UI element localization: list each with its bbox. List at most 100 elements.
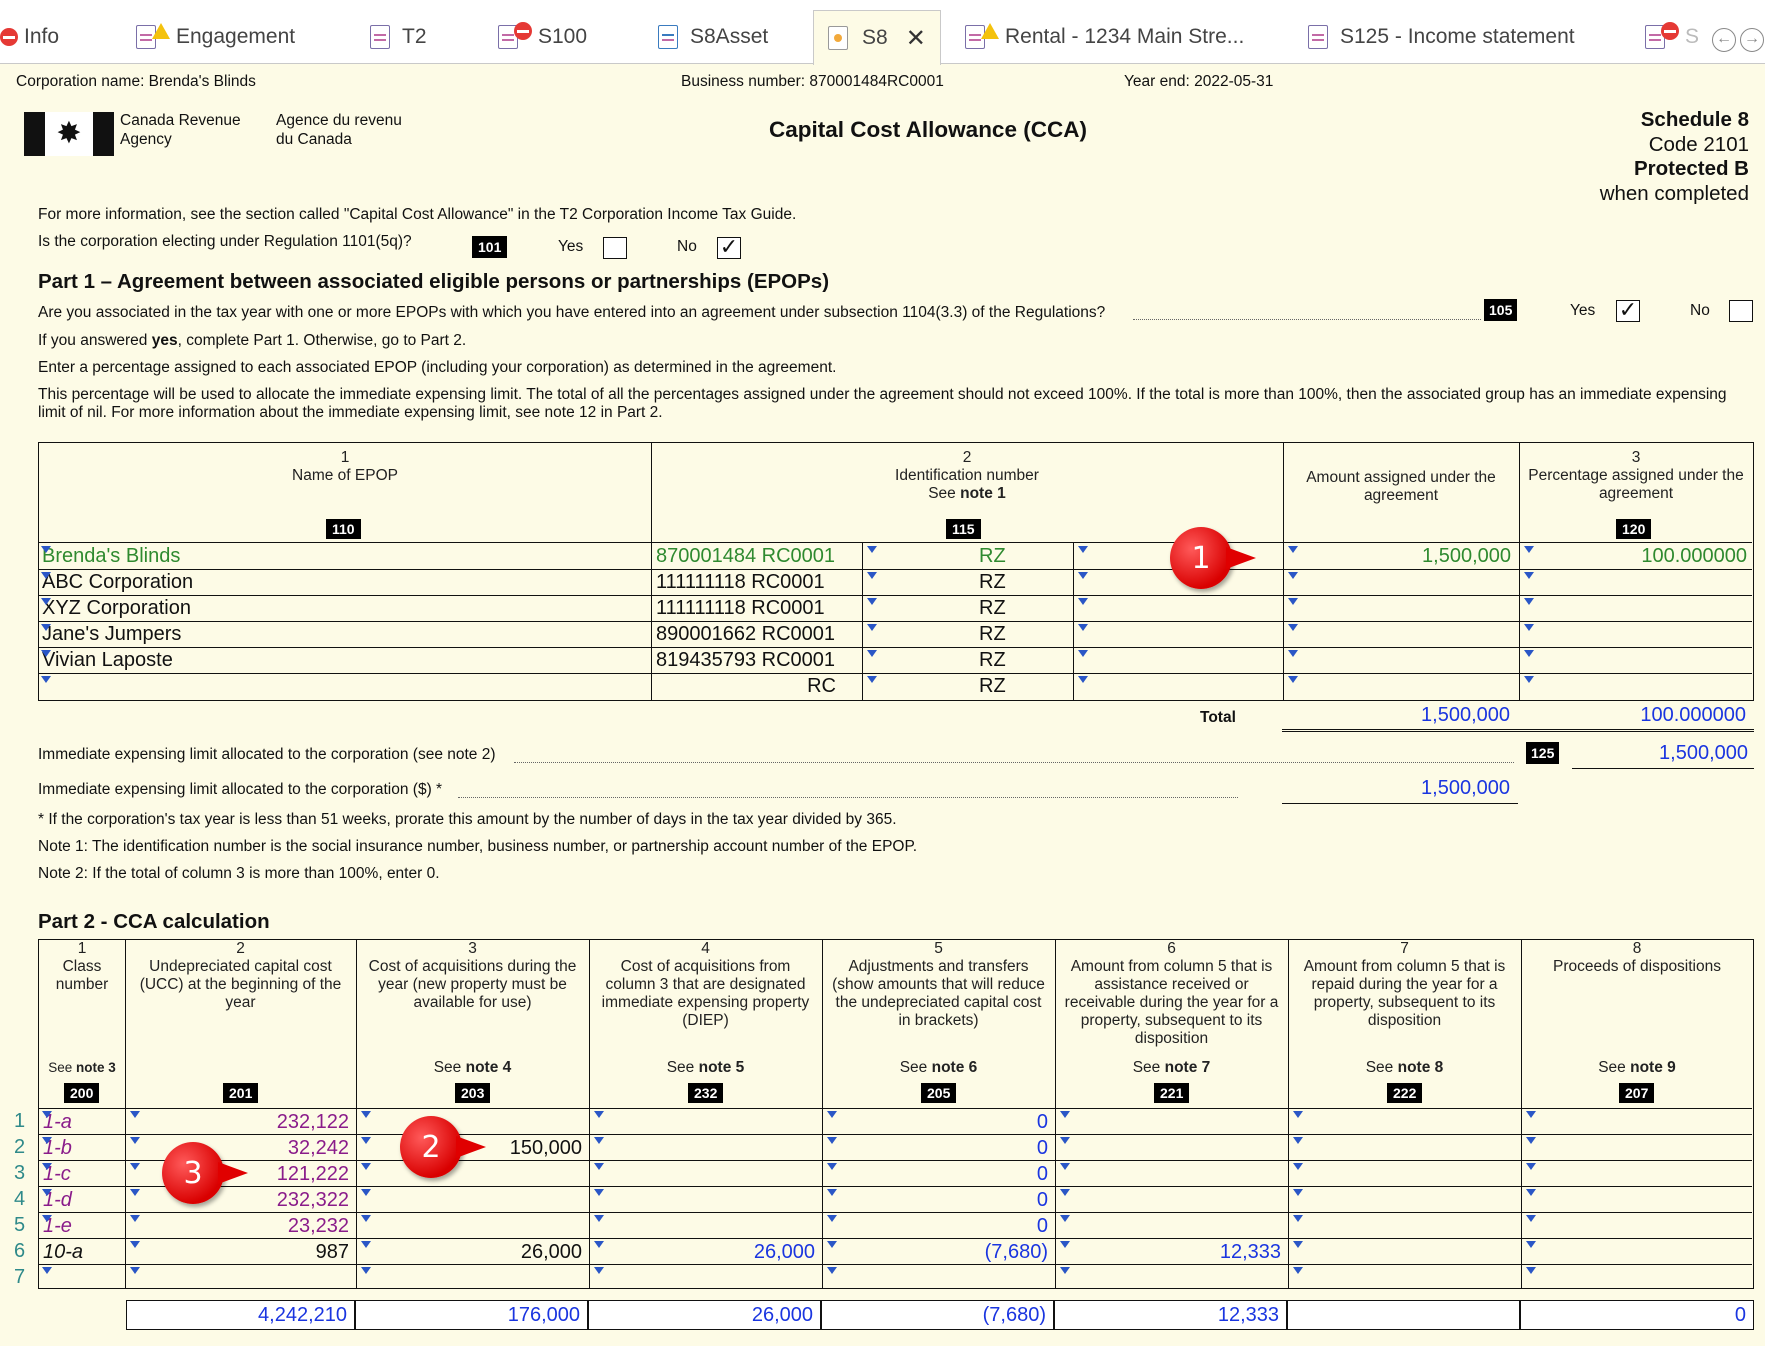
scroll-left-icon[interactable]: ← xyxy=(1712,28,1736,52)
epop-rz-field[interactable]: RZ xyxy=(979,647,1006,673)
epop-id-field[interactable]: 111111118 RC0001 xyxy=(656,569,825,595)
epop-id-field[interactable]: 111111118 RC0001 xyxy=(656,595,825,621)
leader-dots xyxy=(514,762,1514,763)
agency-name-fr: Agence du revenu du Canada xyxy=(276,112,402,148)
epop-name-field[interactable]: XYZ Corporation xyxy=(42,595,191,621)
total-label: Total xyxy=(1200,709,1236,726)
epop-table: 1 Name of EPOP 110 2 Identification number… xyxy=(38,442,1754,701)
percentage-note: This percentage will be used to allocate… xyxy=(38,386,1727,421)
adjustments-field[interactable]: 0 xyxy=(826,1187,1048,1213)
col-class-header: 1 Class number xyxy=(55,940,109,993)
dropdown-marker-icon xyxy=(867,572,877,579)
tab-info[interactable]: Info xyxy=(0,10,59,64)
code-101: 101 xyxy=(472,236,508,258)
code-203: 203 xyxy=(455,1083,491,1103)
cca-table: 1 Class number See note 3 200 2 Undeprecia… xyxy=(38,939,1754,1289)
maple-leaf-icon: ✸ xyxy=(45,112,93,156)
row-number: 1 xyxy=(14,1110,26,1132)
total-proceeds[interactable]: 0 xyxy=(1520,1300,1754,1330)
ucc-field[interactable]: 23,232 xyxy=(129,1213,349,1239)
limit-allocated-field[interactable]: 1,500,000 xyxy=(1572,739,1754,769)
col-ucc-header: 2 Undepreciated capital cost (UCC) at the… xyxy=(139,940,342,1011)
tab-t2[interactable]: T2 xyxy=(370,10,427,64)
enter-percentage-text: Enter a percentage assigned to each asso… xyxy=(38,359,837,376)
col-acquisitions-note: See note 4 xyxy=(433,1059,512,1076)
code-105: 105 xyxy=(1484,299,1518,321)
ucc-field[interactable]: 232,122 xyxy=(129,1109,349,1135)
adjustments-field[interactable]: 0 xyxy=(826,1213,1048,1239)
dropdown-marker-icon xyxy=(130,1267,140,1274)
tab-overflow[interactable]: S xyxy=(1645,10,1699,64)
total-percentage: 100.000000 xyxy=(1640,704,1746,726)
epop-amount-field[interactable]: 1,500,000 xyxy=(1289,543,1511,569)
total-percentage-box: 100.000000 xyxy=(1518,700,1754,732)
dropdown-marker-icon xyxy=(1293,1189,1303,1196)
epop-rz-field[interactable]: RZ xyxy=(979,595,1006,621)
error-icon xyxy=(1661,22,1679,40)
adjustments-field[interactable]: (7,680) xyxy=(826,1239,1048,1265)
dropdown-marker-icon xyxy=(130,1137,140,1144)
ucc-field[interactable]: 32,242 xyxy=(129,1135,349,1161)
epop-rz-field[interactable]: RZ xyxy=(979,673,1006,699)
dropdown-marker-icon xyxy=(1524,676,1534,683)
epop-id-field[interactable]: RC xyxy=(656,673,836,699)
epop-rz-field[interactable]: RZ xyxy=(979,569,1006,595)
tab-s8[interactable]: S8 ✕ xyxy=(813,10,941,65)
dropdown-marker-icon xyxy=(1526,1241,1536,1248)
class-number-field[interactable]: 10-a xyxy=(43,1239,83,1265)
adjustments-field[interactable]: 0 xyxy=(826,1135,1048,1161)
dropdown-marker-icon xyxy=(1288,598,1298,605)
tab-s125[interactable]: S125 - Income statement xyxy=(1308,10,1575,64)
tab-engagement[interactable]: Engagement xyxy=(136,10,295,64)
col-acquisitions-header: 3 Cost of acquisitions during the year (n… xyxy=(368,940,577,1011)
epop-id-field[interactable]: 890001662 RC0001 xyxy=(656,621,835,647)
epop-name-field[interactable]: Vivian Laposte xyxy=(42,647,173,673)
tab-s8asset[interactable]: S8Asset xyxy=(658,10,768,64)
epop-name-field[interactable]: Brenda's Blinds xyxy=(42,543,180,569)
ucc-field[interactable]: 232,322 xyxy=(129,1187,349,1213)
schedule-info: Schedule 8 Code 2101 Protected B when co… xyxy=(1599,108,1749,205)
dropdown-marker-icon xyxy=(1060,1137,1070,1144)
part1-yes-label: Yes xyxy=(1570,302,1596,319)
diep-field[interactable]: 26,000 xyxy=(593,1239,815,1265)
adjustments-field[interactable]: 0 xyxy=(826,1161,1048,1187)
tab-s100[interactable]: S100 xyxy=(498,10,587,64)
dropdown-marker-icon xyxy=(1060,1189,1070,1196)
dropdown-marker-icon xyxy=(1293,1137,1303,1144)
col-assistance-note: See note 7 xyxy=(1132,1059,1211,1076)
epop-percentage-field[interactable]: 100.000000 xyxy=(1525,543,1747,569)
part1-no-checkbox[interactable] xyxy=(1729,300,1753,322)
regulation-yes-checkbox[interactable] xyxy=(603,237,627,259)
epop-rz-field[interactable]: RZ xyxy=(979,621,1006,647)
document-icon xyxy=(1308,25,1328,49)
dropdown-marker-icon xyxy=(594,1241,604,1248)
dropdown-marker-icon xyxy=(867,598,877,605)
regulation-no-checkbox[interactable]: ✓ xyxy=(717,236,741,259)
assistance-field[interactable]: 12,333 xyxy=(1059,1239,1281,1265)
scroll-right-icon[interactable]: → xyxy=(1740,28,1764,52)
col-amount-header: Amount assigned under the agreement xyxy=(1306,469,1496,504)
epop-id-field[interactable]: 819435793 RC0001 xyxy=(656,647,835,673)
limit-allocated-label: Immediate expensing limit allocated to t… xyxy=(38,746,496,763)
part1-yes-checkbox[interactable]: ✓ xyxy=(1616,299,1640,322)
dropdown-marker-icon xyxy=(1526,1137,1536,1144)
epop-id-field[interactable]: 870001484 RC0001 xyxy=(656,543,835,569)
dropdown-marker-icon xyxy=(42,1267,52,1274)
col-assistance-header: 6 Amount from column 5 that is assistance… xyxy=(1064,940,1279,1047)
col-proceeds-note: See note 9 xyxy=(1598,1059,1676,1076)
row-number: 5 xyxy=(14,1214,26,1236)
limit-dollar-field[interactable]: 1,500,000 xyxy=(1282,774,1518,804)
tab-rental[interactable]: Rental - 1234 Main Stre... xyxy=(965,10,1244,64)
dropdown-marker-icon xyxy=(130,1111,140,1118)
close-tab-icon[interactable]: ✕ xyxy=(906,24,926,53)
regulation-question: Is the corporation electing under Regula… xyxy=(38,233,412,250)
epop-name-field[interactable]: Jane's Jumpers xyxy=(42,621,181,647)
epop-name-field[interactable]: ABC Corporation xyxy=(42,569,193,595)
epop-rz-field[interactable]: RZ xyxy=(979,543,1006,569)
part1-title: Part 1 – Agreement between associated el… xyxy=(38,270,830,293)
acquisitions-field[interactable]: 26,000 xyxy=(360,1239,582,1265)
adjustments-field[interactable]: 0 xyxy=(826,1109,1048,1135)
col-name-header: 1 Name of EPOP xyxy=(292,449,398,484)
ucc-field[interactable]: 987 xyxy=(129,1239,349,1265)
dropdown-marker-icon xyxy=(1524,546,1534,553)
